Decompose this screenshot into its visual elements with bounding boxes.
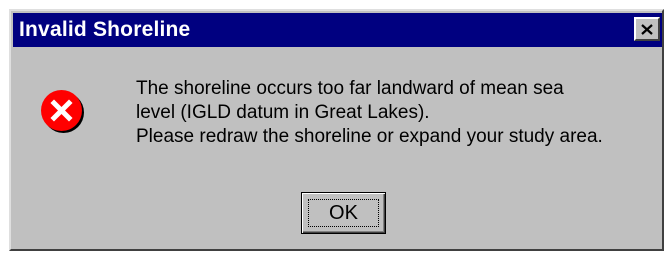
title-bar[interactable]: Invalid Shoreline [13,13,662,47]
dialog-title: Invalid Shoreline [19,18,191,41]
error-icon [41,90,84,133]
error-dialog: Invalid Shoreline The shoreline occurs t… [9,9,664,251]
close-icon [641,23,653,35]
message-line: Please redraw the shoreline or expand yo… [136,126,603,147]
message-line: level (IGLD datum in Great Lakes). [136,102,430,123]
ok-button-label: OK [329,201,358,224]
ok-button[interactable]: OK [301,192,386,234]
message-line: The shoreline occurs too far landward of… [136,78,564,99]
close-button[interactable] [634,17,660,41]
error-message: The shoreline occurs too far landward of… [136,77,603,149]
